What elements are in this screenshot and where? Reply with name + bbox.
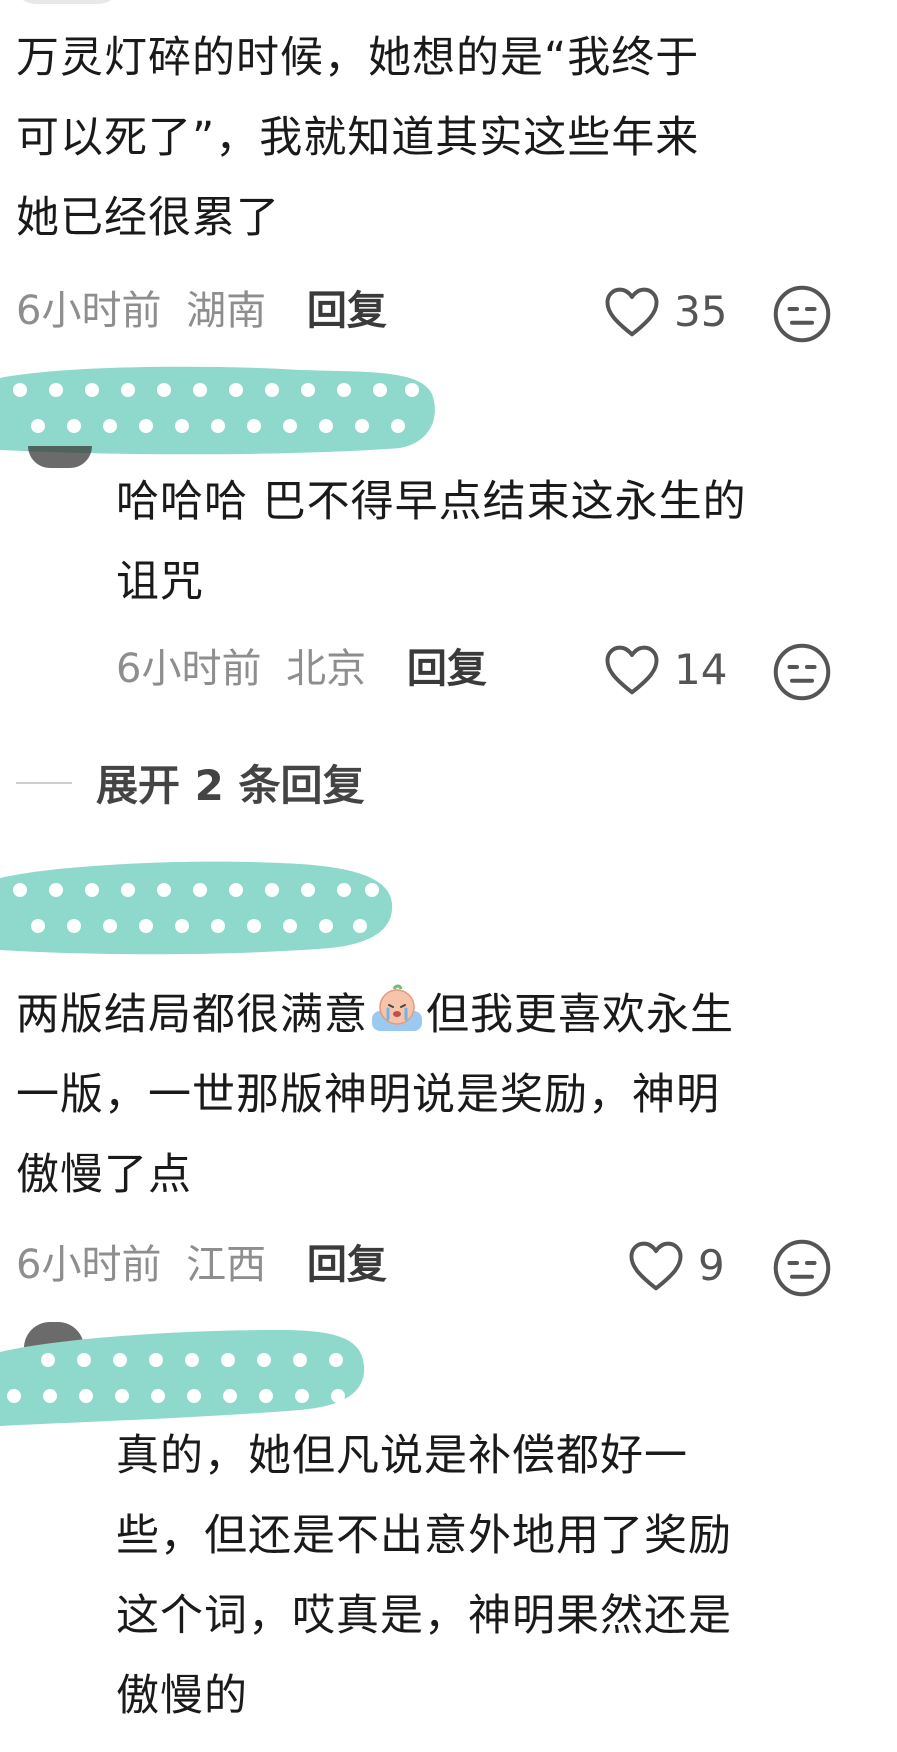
like-count: 35 [674,286,728,336]
avatar-fragment [12,0,122,4]
comment-text: 两版结局都很满意 但我更喜欢永生 一版，一世那版神明说是奖励，神明 傲慢了点 [16,975,886,1215]
comment-time: 6小时前 [16,288,162,334]
heart-outline-icon [605,645,659,695]
reaction-button[interactable] [772,284,832,348]
crying-emoji-icon [368,981,426,1033]
like-count: 9 [698,1240,725,1290]
expressionless-face-icon [773,643,831,701]
censored-username [0,858,400,958]
like-count: 14 [674,644,728,694]
censored-username [0,360,440,460]
comment-location: 北京 [286,646,367,692]
expand-replies-label: 展开 2 条回复 [96,761,365,810]
comment-meta: 6小时前 北京 回复 [116,644,487,694]
heart-outline-icon [629,1241,683,1291]
reply-text: 哈哈哈 巴不得早点结束这永生的 诅咒 [116,477,747,607]
like-button[interactable]: 9 [626,1238,725,1292]
like-button[interactable]: 35 [602,284,727,338]
divider-line [16,781,72,784]
expand-replies-button[interactable]: 展开 2 条回复 [16,752,364,813]
comment-time: 6小时前 [116,646,262,692]
comment-text-part1: 两版结局都很满意 [16,990,368,1040]
comment-location: 湖南 [186,288,267,334]
reply-button[interactable]: 回复 [407,646,487,692]
comment-meta: 6小时前 湖南 回复 [16,286,387,336]
comment-meta: 6小时前 江西 回复 [16,1240,387,1290]
expressionless-face-icon [773,1239,831,1297]
avatar-fragment [28,446,92,468]
reply-button[interactable]: 回复 [307,1242,387,1288]
like-button[interactable]: 14 [602,642,727,696]
reply-text: 真的，她但凡说是补偿都好一 些，但还是不出意外地用了奖励 这个词，哎真是，神明果… [116,1431,732,1721]
comment-location: 江西 [186,1242,267,1288]
comment-text: 万灵灯碎的时候，她想的是“我终于 可以死了”，我就知道其实这些年来 她已经很累了 [16,33,700,243]
reaction-button[interactable] [772,642,832,706]
heart-outline-icon [605,287,659,337]
comment-time: 6小时前 [16,1242,162,1288]
reaction-button[interactable] [772,1238,832,1302]
reply-button[interactable]: 回复 [307,288,387,334]
expressionless-face-icon [773,285,831,343]
